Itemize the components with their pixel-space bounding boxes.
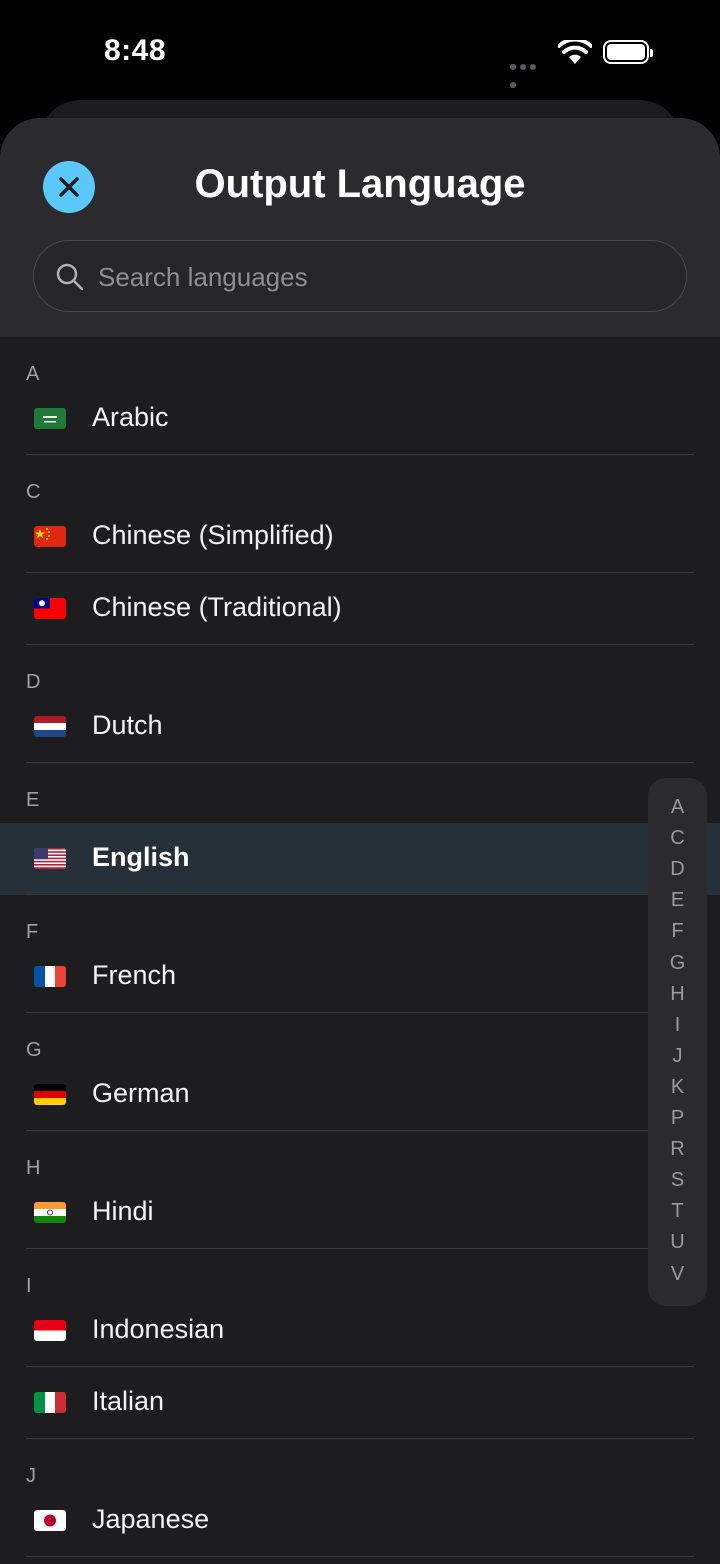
alphabet-index[interactable]: ACDEFGHIJKPRSTUV [648,778,707,1306]
battery-icon [603,40,653,64]
status-bar: 8:48 [0,0,720,100]
flag-fr-icon [34,966,66,987]
flag-tw-icon [34,598,66,619]
language-label: English [92,842,190,872]
index-letter[interactable]: R [648,1138,707,1161]
status-time: 8:48 [104,34,167,67]
language-row-chinese-simplified[interactable]: Chinese (Simplified) [0,515,720,573]
flag-it-icon [34,1392,66,1413]
language-row-german[interactable]: German [0,1073,720,1131]
language-row-hindi[interactable]: Hindi [0,1191,720,1249]
flag-id-icon [34,1320,66,1341]
language-label: Indonesian [92,1314,225,1344]
index-letter[interactable]: J [648,1045,707,1068]
search-input[interactable] [96,241,660,313]
sheet-header: Output Language [0,118,720,337]
index-letter[interactable]: P [648,1107,707,1130]
flag-de-icon [34,1084,66,1105]
language-row-english[interactable]: English [0,823,720,895]
flag-cn-icon [34,526,66,547]
language-picker-sheet: Output Language A Arabic C Chinese (Simplif… [0,118,720,1564]
flag-jp-icon [34,1510,66,1531]
row-divider [26,1556,694,1557]
language-label: Italian [92,1386,165,1416]
language-label: Chinese (Traditional) [92,592,342,622]
row-divider [26,894,694,895]
index-letter[interactable]: H [648,983,707,1006]
index-letter[interactable]: A [648,796,707,819]
index-letter[interactable]: T [648,1200,707,1223]
row-divider [26,1012,694,1013]
language-row-chinese-traditional[interactable]: Chinese (Traditional) [0,573,720,645]
wifi-icon [558,40,592,64]
language-label: Arabic [92,402,169,432]
row-divider [26,1438,694,1439]
language-row-indonesian[interactable]: Indonesian [0,1309,720,1367]
index-letter[interactable]: S [648,1169,707,1192]
row-divider [26,644,694,645]
search-icon [56,263,84,291]
index-letter[interactable]: V [648,1263,707,1286]
flag-sa-icon [34,408,66,429]
index-letter[interactable]: E [648,889,707,912]
flag-nl-icon [34,716,66,737]
language-row-arabic[interactable]: Arabic [0,397,720,455]
flag-in-icon [34,1202,66,1223]
language-row-french[interactable]: French [0,955,720,1013]
language-label: French [92,960,177,990]
cellular-signal-icon [510,57,548,88]
language-row-japanese[interactable]: Japanese [0,1499,720,1557]
language-label: Chinese (Simplified) [92,520,334,550]
search-bar[interactable] [33,240,687,313]
language-label: Japanese [92,1504,210,1534]
row-divider [26,454,694,455]
index-letter[interactable]: I [648,1014,707,1037]
index-letter[interactable]: U [648,1231,707,1254]
index-letter[interactable]: K [648,1076,707,1099]
language-label: Hindi [92,1196,154,1226]
row-divider [26,1248,694,1249]
index-letter[interactable]: F [648,920,707,943]
flag-us-icon [34,848,66,869]
index-letter[interactable]: C [648,827,707,850]
row-divider [26,762,694,763]
language-list: A Arabic C Chinese (Simplified) Chinese (Tra… [0,337,720,1557]
language-label: German [92,1078,190,1108]
language-row-italian[interactable]: Italian [0,1367,720,1439]
language-row-dutch[interactable]: Dutch [0,705,720,763]
index-letter[interactable]: D [648,858,707,881]
language-label: Dutch [92,710,163,740]
page-title: Output Language [194,162,526,206]
section-header: E [26,789,40,811]
row-divider [26,1130,694,1131]
index-letter[interactable]: G [648,952,707,975]
